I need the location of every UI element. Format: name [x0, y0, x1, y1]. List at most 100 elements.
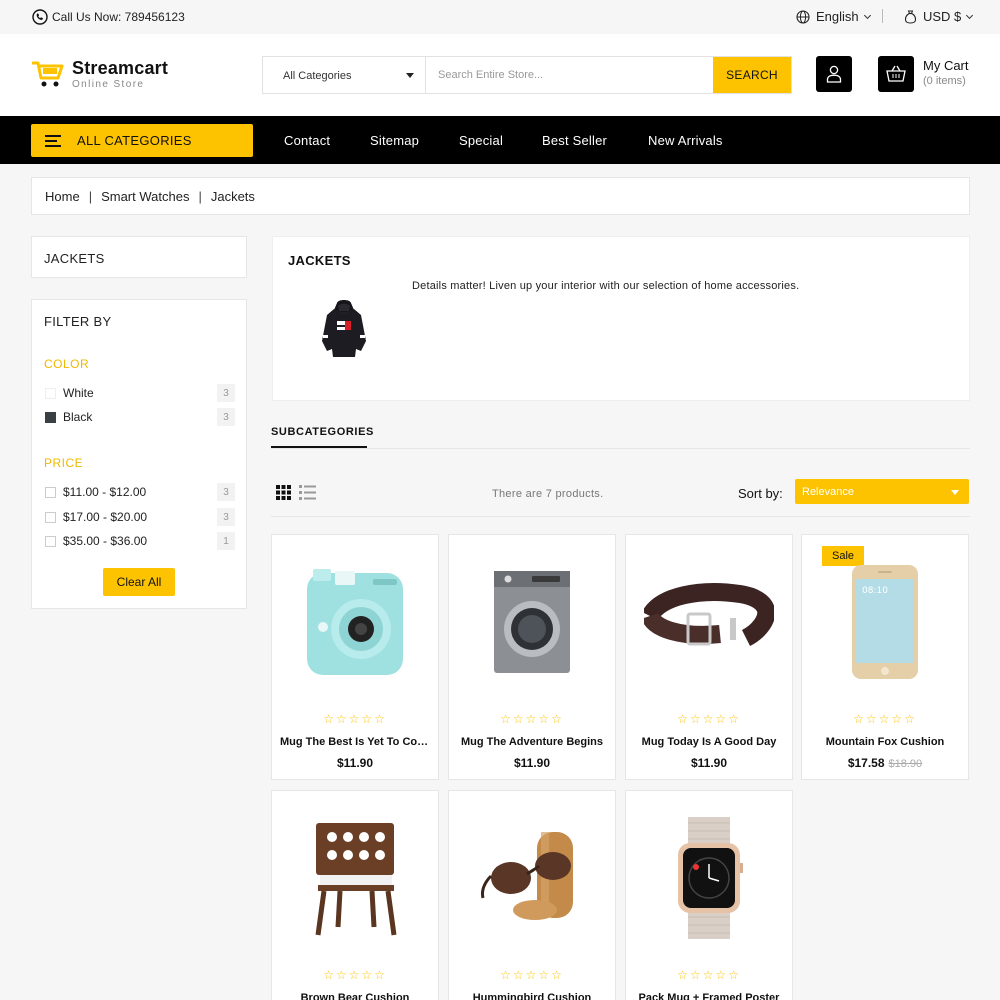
rating-stars: ☆☆☆☆☆ — [677, 968, 741, 982]
rating-stars: ☆☆☆☆☆ — [323, 712, 387, 726]
list-view-icon[interactable] — [299, 485, 316, 503]
product-name[interactable]: Mug The Best Is Yet To Come — [280, 736, 430, 748]
filter-color-black[interactable]: Black 3 — [45, 408, 235, 426]
filter-price-1[interactable]: $11.00 - $12.00 3 — [45, 483, 235, 501]
language-selector[interactable]: English — [796, 9, 871, 24]
product-card[interactable]: ☆☆☆☆☆ Mug The Adventure Begins $11.90 — [448, 534, 616, 780]
chevron-down-icon — [863, 11, 871, 19]
chevron-down-icon — [966, 11, 974, 19]
filter-label: Black — [63, 410, 93, 424]
divider — [271, 516, 970, 517]
filter-count: 3 — [217, 508, 235, 526]
cart-item-count: (0 items) — [923, 75, 966, 87]
cart-button[interactable] — [878, 56, 914, 92]
user-icon — [826, 65, 842, 83]
filter-color-white[interactable]: White 3 — [45, 384, 235, 402]
product-name[interactable]: Mountain Fox Cushion — [810, 736, 960, 748]
grid-view-icon[interactable] — [276, 485, 291, 503]
breadcrumb-separator: | — [88, 188, 93, 204]
nav-link-special[interactable]: Special — [459, 133, 503, 148]
filter-price-heading: PRICE — [44, 456, 84, 470]
product-card[interactable]: ☆☆☆☆☆ Hummingbird Cushion — [448, 790, 616, 1000]
chair-icon[interactable] — [272, 813, 438, 943]
globe-icon — [796, 9, 810, 24]
nav-link-sitemap[interactable]: Sitemap — [370, 133, 419, 148]
filter-count: 3 — [217, 408, 235, 426]
top-bar: Call Us Now: 789456123 English USD $ — [0, 0, 1000, 34]
caret-down-icon — [406, 73, 414, 78]
washing-machine-icon[interactable] — [449, 557, 615, 687]
smartphone-icon[interactable]: 08:10 — [802, 557, 968, 687]
price-value: $11.90 — [513, 756, 551, 770]
smartwatch-icon[interactable] — [626, 813, 792, 943]
product-card[interactable]: ☆☆☆☆☆ Brown Bear Cushion — [271, 790, 439, 1000]
rating-stars: ☆☆☆☆☆ — [323, 968, 387, 982]
nav-link-new-arrivals[interactable]: New Arrivals — [648, 133, 723, 148]
filter-color-heading: COLOR — [44, 357, 90, 371]
call-info: Call Us Now: 789456123 — [32, 9, 185, 25]
filter-panel: FILTER BY COLOR White 3 Black 3 PRICE $1… — [31, 299, 247, 609]
filter-price-2[interactable]: $17.00 - $20.00 3 — [45, 508, 235, 526]
basket-icon — [886, 65, 906, 82]
product-name[interactable]: Hummingbird Cushion — [457, 992, 607, 1000]
account-button[interactable] — [816, 56, 852, 92]
filter-count: 1 — [217, 532, 235, 550]
cart-summary[interactable]: My Cart (0 items) — [923, 58, 969, 87]
filter-label: $35.00 - $36.00 — [63, 534, 148, 548]
nav-link-contact[interactable]: Contact — [284, 133, 330, 148]
main-nav: ALL CATEGORIES Contact Sitemap Special B… — [0, 116, 1000, 164]
logo[interactable]: Streamcart Online Store — [30, 58, 168, 90]
product-card[interactable]: ☆☆☆☆☆ Mug Today Is A Good Day $11.90 — [625, 534, 793, 780]
currency-selector[interactable]: USD $ — [904, 9, 974, 24]
search-input[interactable] — [426, 57, 713, 93]
instant-camera-icon[interactable] — [272, 557, 438, 687]
belt-icon[interactable] — [626, 557, 792, 687]
filter-count: 3 — [217, 483, 235, 501]
product-name[interactable]: Pack Mug + Framed Poster — [634, 992, 784, 1000]
category-header: JACKETS Details matter! Liven up your in… — [272, 236, 970, 401]
checkbox[interactable] — [45, 535, 56, 547]
breadcrumb-separator: | — [198, 188, 202, 204]
product-price: $11.90 — [626, 756, 792, 770]
search-button[interactable]: SEARCH — [713, 57, 791, 93]
color-swatch — [45, 411, 56, 423]
product-name[interactable]: Brown Bear Cushion — [280, 992, 430, 1000]
nav-link-best-seller[interactable]: Best Seller — [542, 133, 607, 148]
rating-stars: ☆☆☆☆☆ — [853, 712, 917, 726]
rating-stars: ☆☆☆☆☆ — [500, 968, 564, 982]
product-name[interactable]: Mug The Adventure Begins — [457, 736, 607, 748]
filter-price-3[interactable]: $35.00 - $36.00 1 — [45, 532, 235, 550]
money-bag-icon — [904, 10, 917, 24]
product-card[interactable]: ☆☆☆☆☆ Pack Mug + Framed Poster — [625, 790, 793, 1000]
breadcrumb-home[interactable]: Home — [45, 189, 80, 204]
header: Streamcart Online Store All Categories S… — [0, 34, 1000, 116]
all-categories-label: ALL CATEGORIES — [77, 133, 192, 148]
product-name[interactable]: Mug Today Is A Good Day — [634, 736, 784, 748]
divider — [882, 9, 883, 23]
rating-stars: ☆☆☆☆☆ — [500, 712, 564, 726]
filter-count: 3 — [217, 384, 235, 402]
currency-label: USD $ — [923, 9, 962, 24]
search-category-select[interactable]: All Categories — [263, 57, 426, 93]
all-categories-button[interactable]: ALL CATEGORIES — [31, 124, 253, 157]
search-bar: All Categories SEARCH — [262, 56, 792, 94]
checkbox[interactable] — [45, 486, 56, 498]
product-price: $11.90 — [449, 756, 615, 770]
sort-value: Relevance — [802, 486, 854, 498]
product-card[interactable]: ☆☆☆☆☆ Mug The Best Is Yet To Come $11.90 — [271, 534, 439, 780]
hamburger-icon — [45, 132, 61, 150]
checkbox[interactable] — [45, 511, 56, 523]
brand-tagline: Online Store — [72, 78, 145, 90]
rating-stars: ☆☆☆☆☆ — [677, 712, 741, 726]
subcategories-heading: SUBCATEGORIES — [271, 426, 374, 438]
divider — [271, 448, 970, 449]
sunglasses-icon[interactable] — [449, 813, 615, 943]
clear-all-button[interactable]: Clear All — [103, 568, 175, 596]
breadcrumb-smart-watches[interactable]: Smart Watches — [101, 189, 189, 204]
product-card[interactable]: Sale 08:10 ☆☆☆☆☆ Mountain Fox Cushion $1… — [801, 534, 969, 780]
sort-select[interactable]: Relevance — [795, 479, 969, 504]
product-count: There are 7 products. — [492, 488, 604, 500]
product-price: $11.90 — [272, 756, 438, 770]
breadcrumb-jackets: Jackets — [210, 188, 255, 204]
category-title: JACKETS — [288, 253, 351, 268]
